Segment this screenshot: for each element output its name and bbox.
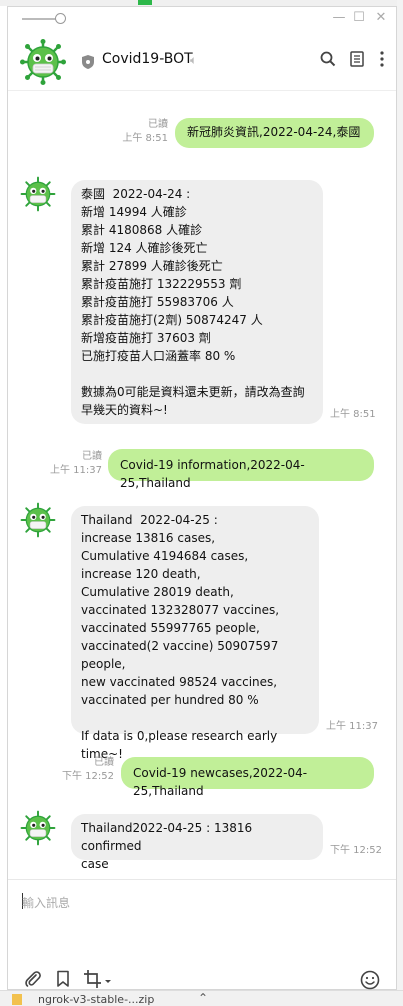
chat-window: — ☐ ✕ Covid19-BOT 🔈︎ 已讀 上午 8:51 新冠肺炎資訊,2…: [7, 6, 397, 990]
chevron-up-icon[interactable]: ⌃: [198, 991, 208, 1005]
incoming-message-bubble[interactable]: 泰國 2022-04-24 : 新增 14994 人確診 累計 4180868 …: [71, 180, 323, 424]
message-time: 上午 11:37: [326, 721, 378, 732]
read-status: 已讀: [94, 757, 114, 768]
minimize-icon[interactable]: —: [332, 11, 346, 25]
outgoing-message-bubble[interactable]: Covid-19 newcases,2022-04-25,Thailand: [121, 757, 374, 798]
outgoing-message-bubble[interactable]: Covid-19 information,2022-04-25,Thailand: [108, 449, 374, 490]
taskbar-strip: ngrok-v3-stable-...zip ⌃: [0, 990, 403, 1006]
maximize-icon[interactable]: ☐: [352, 11, 366, 25]
attach-icon[interactable]: [24, 970, 42, 992]
message-meta: 已讀 上午 8:51: [118, 118, 168, 146]
incoming-message-bubble[interactable]: Thailand 2022-04-25 : increase 13816 cas…: [71, 506, 319, 761]
taskbar-file-name[interactable]: ngrok-v3-stable-...zip: [38, 993, 154, 1006]
crop-icon[interactable]: [84, 970, 112, 992]
message-time: 上午 8:51: [330, 409, 376, 420]
bot-avatar[interactable]: [20, 502, 56, 542]
chat-header: Covid19-BOT 🔈︎: [8, 31, 396, 91]
chat-name: Covid19-BOT: [102, 51, 193, 67]
zip-file-icon: [12, 994, 22, 1005]
message-list[interactable]: 已讀 上午 8:51 新冠肺炎資訊,2022-04-24,泰國 泰國 2022-…: [8, 92, 396, 882]
message-input-area[interactable]: 輸入訊息: [8, 879, 396, 991]
incoming-message-bubble[interactable]: Thailand2022-04-25 : 13816 confirmed cas…: [71, 814, 323, 871]
background-window-edge: [397, 0, 403, 1006]
message-time: 下午 12:52: [62, 771, 114, 782]
notes-icon[interactable]: [350, 51, 364, 71]
read-status: 已讀: [82, 451, 102, 462]
speaker-muted-icon: 🔈︎: [190, 53, 198, 67]
message-meta: 已讀 下午 12:52: [58, 756, 114, 784]
read-status: 已讀: [148, 119, 168, 130]
close-icon[interactable]: ✕: [374, 11, 388, 25]
bookmark-icon[interactable]: [56, 970, 70, 992]
bot-avatar[interactable]: [20, 176, 56, 216]
search-icon[interactable]: [320, 51, 336, 71]
message-time: 上午 8:51: [122, 133, 168, 144]
bot-avatar[interactable]: [20, 39, 66, 89]
message-time: 上午 11:37: [50, 465, 102, 476]
title-bar: — ☐ ✕: [8, 7, 396, 31]
message-time: 下午 12:52: [330, 845, 382, 856]
bot-avatar[interactable]: [20, 810, 56, 850]
emoji-icon[interactable]: [360, 970, 380, 994]
shield-icon: [81, 54, 95, 74]
outgoing-message-bubble[interactable]: 新冠肺炎資訊,2022-04-24,泰國: [175, 118, 374, 148]
background-green-mark: [138, 0, 152, 5]
message-input[interactable]: 輸入訊息: [22, 894, 70, 911]
more-icon[interactable]: [380, 51, 384, 71]
opacity-slider[interactable]: [22, 13, 66, 24]
slider-knob[interactable]: [55, 13, 66, 24]
message-meta: 已讀 上午 11:37: [46, 450, 102, 478]
